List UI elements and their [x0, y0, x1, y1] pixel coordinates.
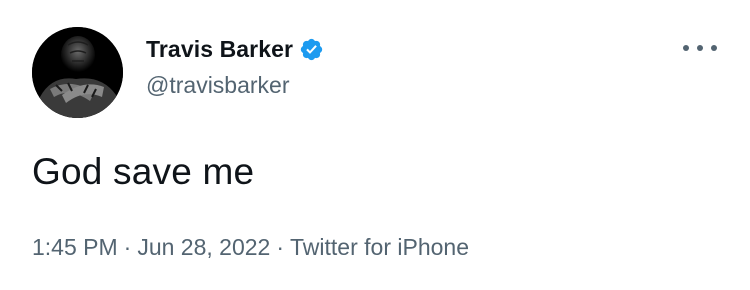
- more-dot: [683, 45, 689, 51]
- avatar-image: [32, 27, 123, 118]
- display-name[interactable]: Travis Barker: [146, 36, 293, 63]
- tweet-text: God save me: [32, 151, 255, 192]
- separator: ·: [123, 234, 132, 260]
- verified-badge-icon: [299, 37, 324, 62]
- tweet-time[interactable]: 1:45 PM: [32, 234, 118, 260]
- tweet-source[interactable]: Twitter for iPhone: [290, 234, 469, 260]
- more-dot: [697, 45, 703, 51]
- user-handle[interactable]: @travisbarker: [146, 72, 324, 99]
- tweet-card: Travis Barker @travisbarker God save me …: [0, 0, 750, 290]
- name-row: Travis Barker: [146, 34, 324, 64]
- more-options-icon[interactable]: [683, 36, 717, 60]
- more-dot: [711, 45, 717, 51]
- separator: ·: [276, 234, 285, 260]
- user-info: Travis Barker @travisbarker: [146, 34, 324, 99]
- avatar[interactable]: [32, 27, 123, 118]
- tweet-date[interactable]: Jun 28, 2022: [137, 234, 270, 260]
- tweet-metadata: 1:45 PM · Jun 28, 2022 · Twitter for iPhone: [32, 234, 469, 261]
